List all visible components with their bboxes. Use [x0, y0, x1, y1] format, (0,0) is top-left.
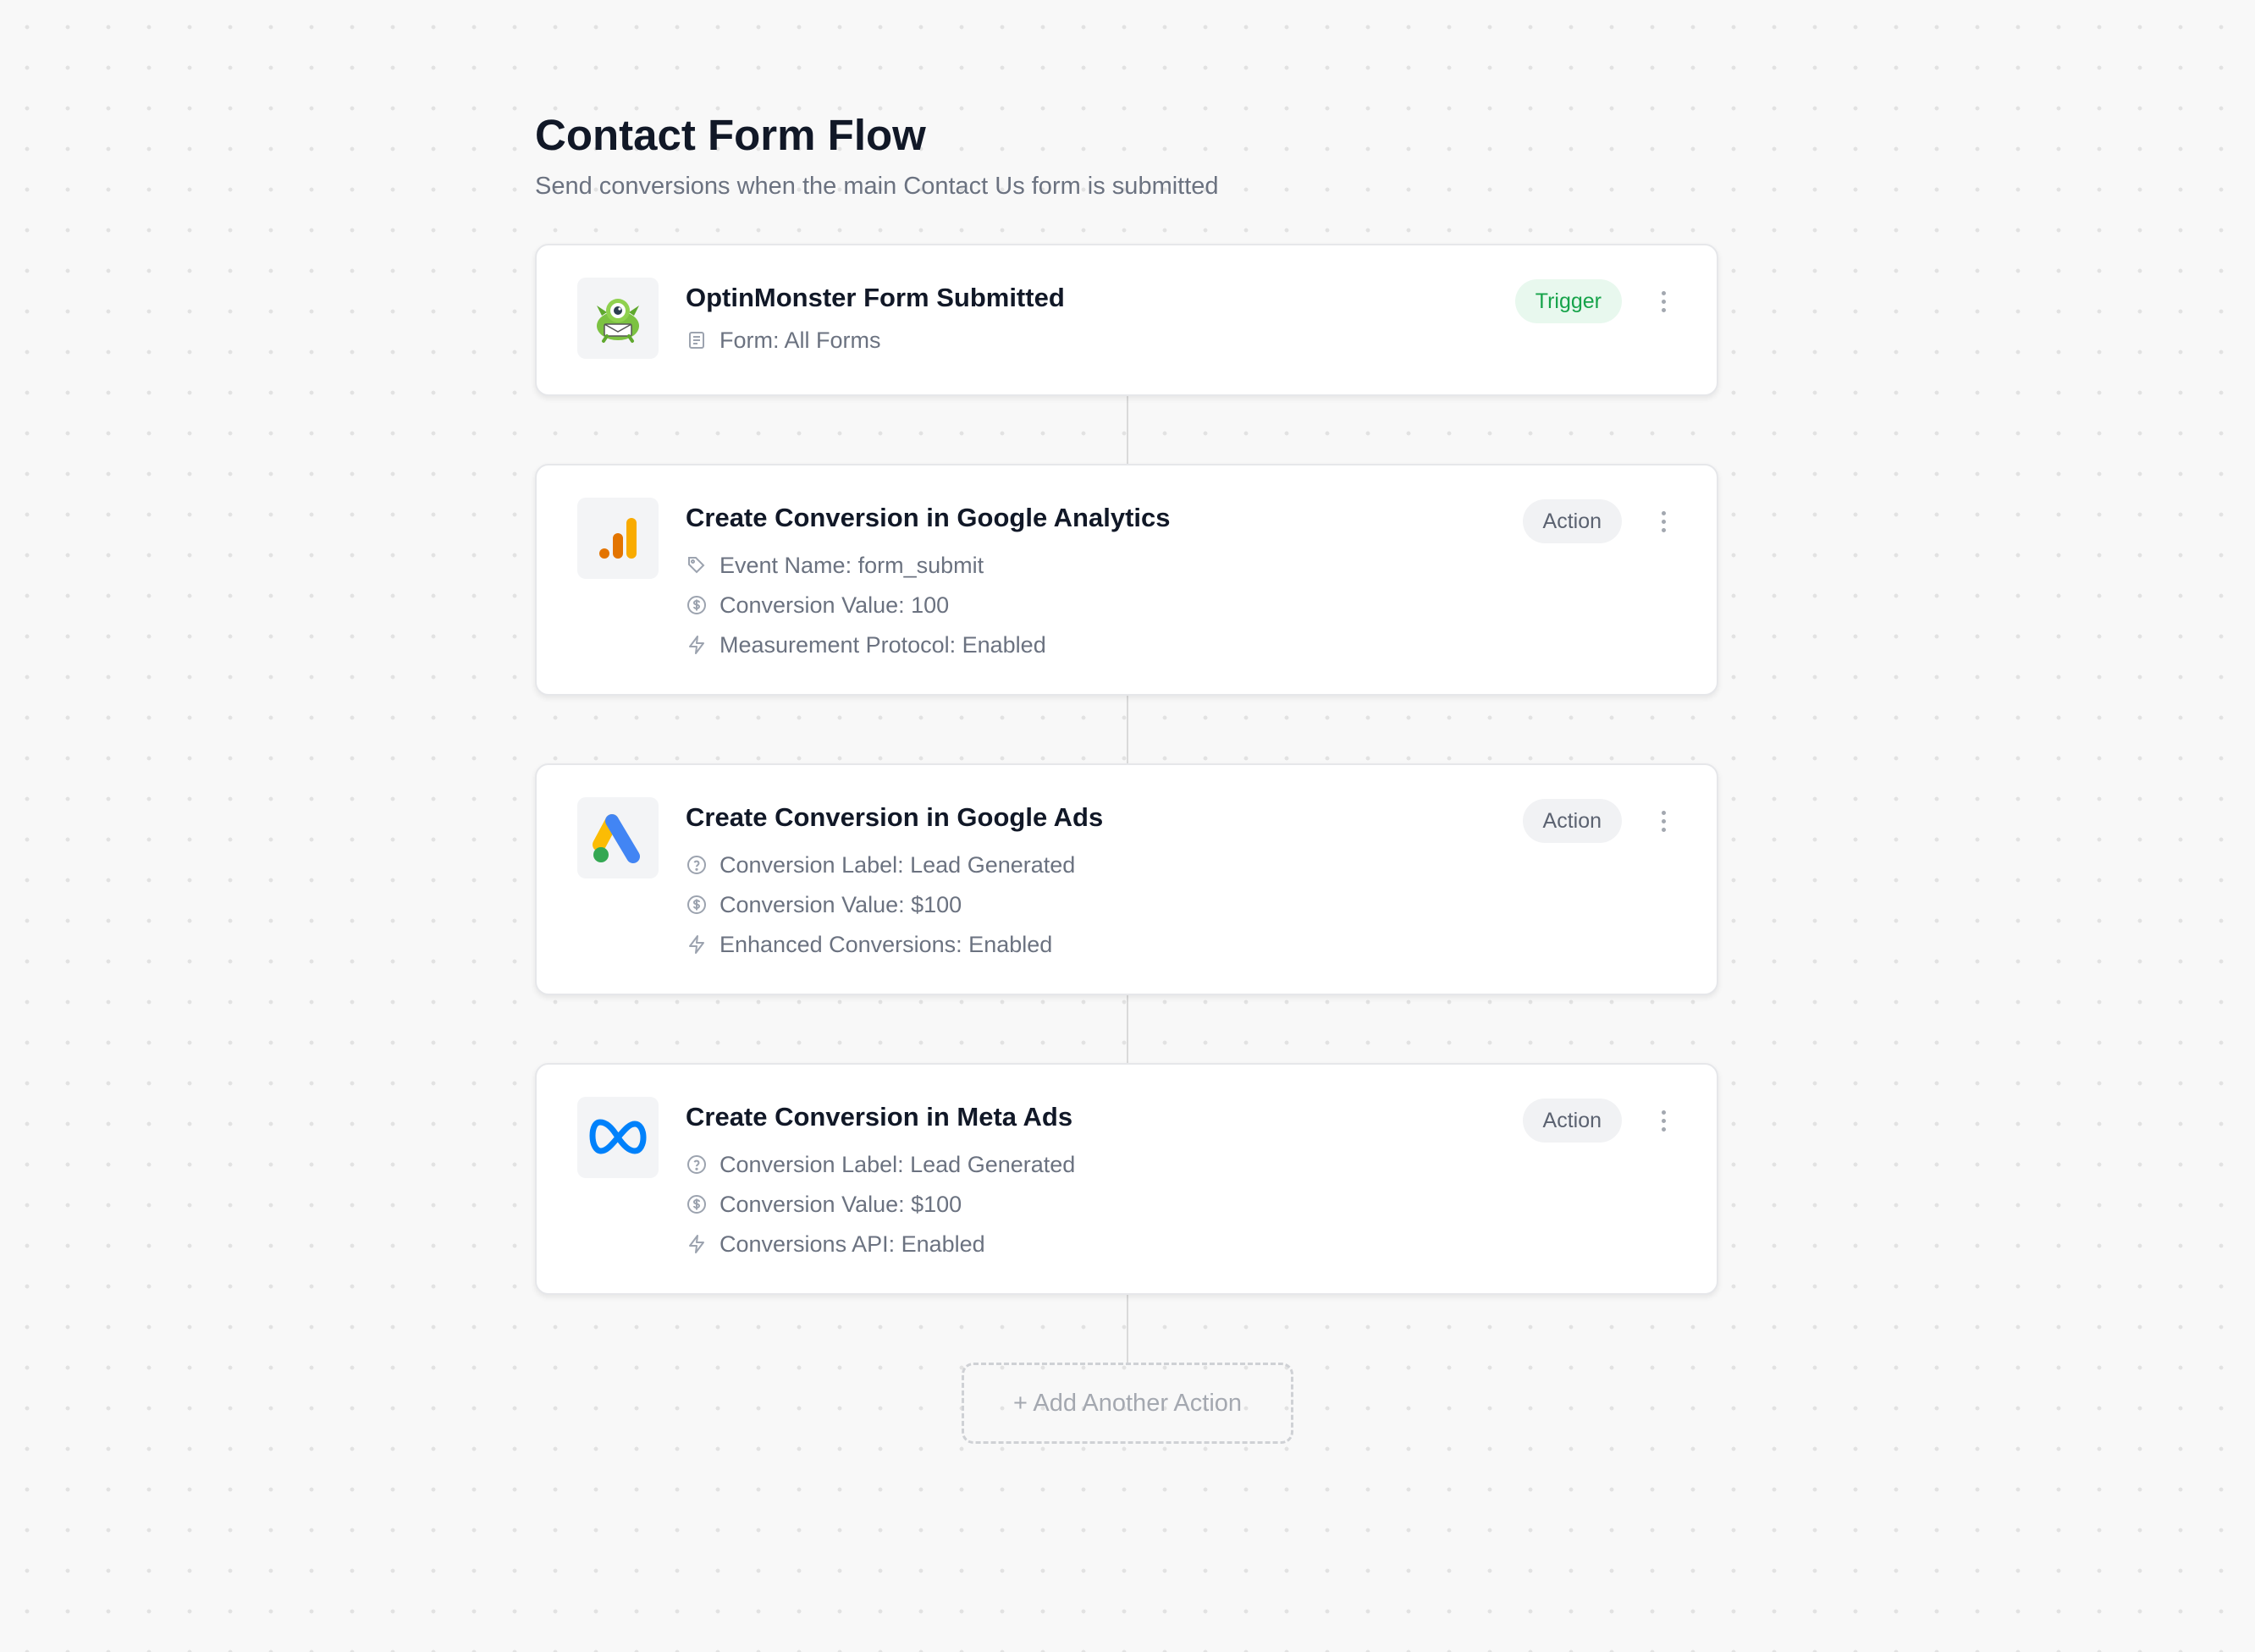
trigger-badge: Trigger	[1514, 279, 1622, 323]
flow-connector	[1127, 995, 1128, 1065]
detail-text: Conversions API: Enabled	[720, 1231, 985, 1257]
action-badge: Action	[1522, 799, 1622, 843]
dollar-icon	[686, 594, 708, 616]
detail-event-name: Event Name: form_submit	[686, 547, 984, 584]
detail-text: Enhanced Conversions: Enabled	[720, 931, 1053, 957]
detail-text: Conversion Value: 100	[720, 592, 950, 618]
detail-text: Event Name: form_submit	[720, 552, 984, 578]
more-options-icon[interactable]	[1654, 279, 1673, 323]
action-badge: Action	[1522, 1099, 1622, 1143]
action-card-google-analytics[interactable]: Create Conversion in Google Analytics Ev…	[535, 464, 1718, 696]
flow-connector	[1127, 696, 1128, 765]
more-options-icon[interactable]	[1654, 499, 1673, 543]
dollar-icon	[686, 894, 708, 916]
help-circle-icon	[686, 854, 708, 876]
detail-text: Measurement Protocol: Enabled	[720, 631, 1046, 658]
detail-conversion-label: Conversion Label: Lead Generated	[686, 1146, 1075, 1183]
card-title: Create Conversion in Google Ads	[686, 802, 1104, 832]
detail-text: Conversion Label: Lead Generated	[720, 1151, 1076, 1177]
lightning-icon	[686, 933, 708, 955]
form-icon	[686, 329, 708, 351]
page-title: Contact Form Flow	[535, 111, 926, 159]
detail-conversion-value: Conversion Value: $100	[686, 1186, 962, 1223]
lightning-icon	[686, 634, 708, 656]
help-circle-icon	[686, 1154, 708, 1176]
detail-text: Conversion Value: $100	[720, 1191, 962, 1217]
card-title: OptinMonster Form Submitted	[686, 283, 1065, 312]
page-subtitle: Send conversions when the main Contact U…	[535, 173, 1219, 200]
detail-conversion-value: Conversion Value: 100	[686, 586, 949, 624]
detail-text: Conversion Value: $100	[720, 891, 962, 917]
action-card-google-ads[interactable]: Create Conversion in Google Ads Conversi…	[535, 763, 1718, 995]
lightning-icon	[686, 1233, 708, 1255]
detail-measurement-protocol: Measurement Protocol: Enabled	[686, 626, 1046, 664]
trigger-card[interactable]: OptinMonster Form Submitted Form: All Fo…	[535, 244, 1718, 396]
detail-conversions-api: Conversions API: Enabled	[686, 1225, 985, 1263]
card-title: Create Conversion in Meta Ads	[686, 1102, 1073, 1132]
more-options-icon[interactable]	[1654, 1099, 1673, 1143]
action-badge: Action	[1522, 499, 1622, 543]
detail-text: Form: All Forms	[720, 327, 881, 353]
tag-icon	[686, 554, 708, 576]
meta-logo-icon	[577, 1097, 659, 1178]
google-analytics-logo-icon	[577, 498, 659, 579]
action-card-meta-ads[interactable]: Create Conversion in Meta Ads Conversion…	[535, 1063, 1718, 1295]
flow-connector	[1127, 396, 1128, 465]
flow-connector	[1127, 1295, 1128, 1363]
detail-text: Conversion Label: Lead Generated	[720, 851, 1076, 878]
more-options-icon[interactable]	[1654, 799, 1673, 843]
google-ads-logo-icon	[577, 797, 659, 878]
optinmonster-logo-icon	[577, 278, 659, 359]
card-title: Create Conversion in Google Analytics	[686, 503, 1171, 532]
detail-form: Form: All Forms	[686, 322, 881, 359]
detail-enhanced-conversions: Enhanced Conversions: Enabled	[686, 926, 1052, 963]
detail-conversion-label: Conversion Label: Lead Generated	[686, 846, 1075, 884]
dollar-icon	[686, 1193, 708, 1215]
add-another-action-button[interactable]: + Add Another Action	[962, 1363, 1293, 1444]
detail-conversion-value: Conversion Value: $100	[686, 886, 962, 923]
